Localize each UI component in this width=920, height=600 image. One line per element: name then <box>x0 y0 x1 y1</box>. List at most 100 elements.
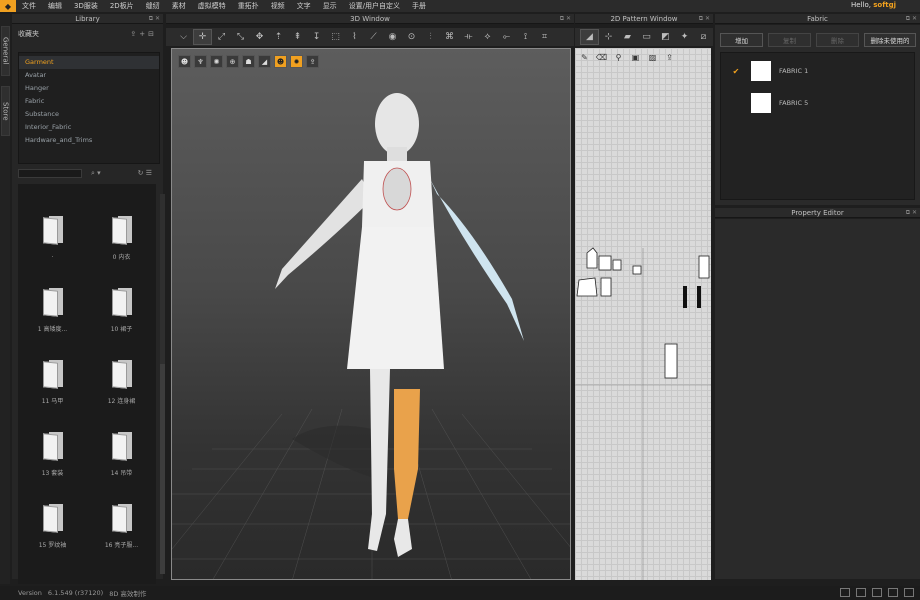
menu-text[interactable]: 文字 <box>291 1 317 11</box>
menu-retopology[interactable]: 重拓扑 <box>232 1 265 11</box>
view-mode-icon[interactable]: ↻ ☰ <box>138 169 152 177</box>
puckering-icon[interactable]: ⌘ <box>440 29 459 45</box>
trace-icon[interactable]: ✦ <box>675 29 694 45</box>
tack-icon[interactable]: ✥ <box>250 29 269 45</box>
fabric-item[interactable]: ✔ FABRIC 1 <box>721 57 916 85</box>
layout-quad-icon[interactable] <box>872 588 882 597</box>
menu-sewing[interactable]: 缝纫 <box>140 1 166 11</box>
add-fabric-button[interactable]: 增加 <box>720 33 763 47</box>
tree-item-garment[interactable]: Garment <box>19 56 159 69</box>
library-file[interactable]: 15 罗纹袖 <box>18 504 87 576</box>
library-file[interactable]: . <box>18 216 87 288</box>
library-tools-icons[interactable]: ⇪+⊟ <box>130 30 157 38</box>
fabric-item[interactable]: FABRIC 5 <box>721 89 916 117</box>
status-extra: 8D 高效制作 <box>109 590 147 598</box>
fabric-panel: 增加 复制 删除 删除未使用的 ✔ FABRIC 1 FABRIC 5 <box>715 25 920 205</box>
pattern-pieces <box>575 247 711 580</box>
library-file[interactable]: 1 高矮度... <box>18 288 87 360</box>
select-mesh-icon[interactable]: ⌵ <box>174 29 193 45</box>
library-file[interactable]: 16 亮子服... <box>87 504 156 576</box>
library-file[interactable]: 14 吊带 <box>87 432 156 504</box>
menu-display[interactable]: 显示 <box>317 1 343 11</box>
view3d-title: 3D Window <box>350 15 390 23</box>
pattern-viewport[interactable]: ✎ ⌫ ⚲ ▣ ▨ ⇪ <box>575 48 711 580</box>
library-search-row: ⌕ ▾ ↻ ☰ <box>18 168 160 178</box>
layout-wide-icon[interactable] <box>888 588 898 597</box>
zipper-icon[interactable]: ⫶ <box>421 29 440 45</box>
panel-float-icon[interactable]: ⧉ ✕ <box>149 14 160 24</box>
tape-icon[interactable]: ⟜ <box>497 29 516 45</box>
transform-icon[interactable]: ✛ <box>193 29 212 45</box>
tree-item-interior-fabric[interactable]: Interior_Fabric <box>19 121 159 134</box>
layout-single-icon[interactable] <box>840 588 850 597</box>
sewing-icon[interactable]: ⟡ <box>478 29 497 45</box>
panel-float-icon[interactable]: ⧉ ✕ <box>906 14 917 24</box>
elastic-icon[interactable]: ⟛ <box>459 29 478 45</box>
sewing-pattern-icon[interactable]: ⧄ <box>694 29 713 45</box>
avatar-right-leg <box>368 369 390 551</box>
polygon-icon[interactable]: ▰ <box>618 29 637 45</box>
user-greeting: Hello, softgj <box>851 1 896 9</box>
buttonhole-icon[interactable]: ⊙ <box>402 29 421 45</box>
layout-split-icon[interactable] <box>856 588 866 597</box>
menu-edit[interactable]: 编辑 <box>42 1 68 11</box>
menu-video[interactable]: 视频 <box>265 1 291 11</box>
delete-unused-fabric-button[interactable]: 删除未使用的 <box>864 33 916 47</box>
menu-avatar[interactable]: 虚拟模特 <box>192 1 232 11</box>
panel-float-icon[interactable]: ⧉ ✕ <box>560 14 571 24</box>
tab-store[interactable]: Store <box>1 86 10 136</box>
tree-item-substance[interactable]: Substance <box>19 108 159 121</box>
camera-icon[interactable]: ⟟ <box>516 29 535 45</box>
menu-manual[interactable]: 手册 <box>406 1 432 11</box>
measure-icon[interactable]: ↧ <box>307 29 326 45</box>
panel-float-icon[interactable]: ⧉ ✕ <box>699 14 710 24</box>
property-editor-title: Property Editor <box>791 209 844 217</box>
button-icon[interactable]: ◉ <box>383 29 402 45</box>
rectangle-icon[interactable]: ▭ <box>637 29 656 45</box>
menu-materials[interactable]: 素材 <box>166 1 192 11</box>
username[interactable]: softgj <box>873 1 896 9</box>
folder-icon <box>42 504 63 533</box>
delete-fabric-button[interactable]: 删除 <box>816 33 859 47</box>
copy-fabric-button[interactable]: 复制 <box>768 33 811 47</box>
avatar-neck <box>387 147 407 163</box>
pin-icon[interactable]: ⤢ <box>212 29 231 45</box>
library-file[interactable]: 0 内衣 <box>87 216 156 288</box>
library-scrollbar[interactable] <box>160 194 165 574</box>
library-file[interactable]: 10 裙子 <box>87 288 156 360</box>
tree-item-avatar[interactable]: Avatar <box>19 69 159 82</box>
tree-item-hardware-trims[interactable]: Hardware_and_Trims <box>19 134 159 147</box>
panel-float-icon[interactable]: ⧉ ✕ <box>906 208 917 218</box>
layout-full-icon[interactable] <box>904 588 914 597</box>
library-file[interactable]: 11 马甲 <box>18 360 87 432</box>
brush-icon[interactable]: ⌇ <box>345 29 364 45</box>
favorites-label[interactable]: 收藏夹 <box>18 29 39 39</box>
internal-shape-icon[interactable]: ◩ <box>656 29 675 45</box>
tree-item-fabric[interactable]: Fabric <box>19 95 159 108</box>
search-options-icon[interactable]: ⌕ ▾ <box>91 169 101 178</box>
texture-icon[interactable]: ⌗ <box>535 29 554 45</box>
menu-settings[interactable]: 设置/用户自定义 <box>343 1 406 11</box>
fold-arrangement-icon[interactable]: ⤡ <box>231 29 250 45</box>
tree-item-hanger[interactable]: Hanger <box>19 82 159 95</box>
menu-file[interactable]: 文件 <box>16 1 42 11</box>
side-tab-bar: General Store <box>0 14 10 584</box>
folder-label: 11 马甲 <box>41 398 64 405</box>
needle-icon[interactable]: ⟋ <box>364 29 383 45</box>
view3d-viewport[interactable]: ☻ ♆ ✺ ⊕ ☗ ◢ ☻ ✹ ⇪ <box>171 48 571 580</box>
garment-neck-opening <box>382 167 412 211</box>
edit-pattern-icon[interactable]: ⊹ <box>599 29 618 45</box>
menu-3d-garment[interactable]: 3D服装 <box>68 1 104 11</box>
avatar-left-leg-sleeve <box>394 389 420 519</box>
menu-bar: ◆ 文件 编辑 3D服装 2D板片 缝纫 素材 虚拟模特 重拓扑 视频 文字 显… <box>0 0 920 12</box>
strap-icon[interactable]: ⇡ <box>269 29 288 45</box>
library-file[interactable]: 12 连身裙 <box>87 360 156 432</box>
tab-general[interactable]: General <box>1 26 10 76</box>
pattern-icon[interactable]: ⬚ <box>326 29 345 45</box>
menu-2d-pattern[interactable]: 2D板片 <box>104 1 140 11</box>
library-search-input[interactable] <box>18 168 82 178</box>
library-file-grid: . 0 内衣 1 高矮度... 10 裙子 11 马甲 12 连身裙 13 套装 <box>18 184 156 584</box>
library-file[interactable]: 13 套装 <box>18 432 87 504</box>
fold-icon[interactable]: ⇞ <box>288 29 307 45</box>
select-pattern-icon[interactable]: ◢ <box>580 29 599 45</box>
